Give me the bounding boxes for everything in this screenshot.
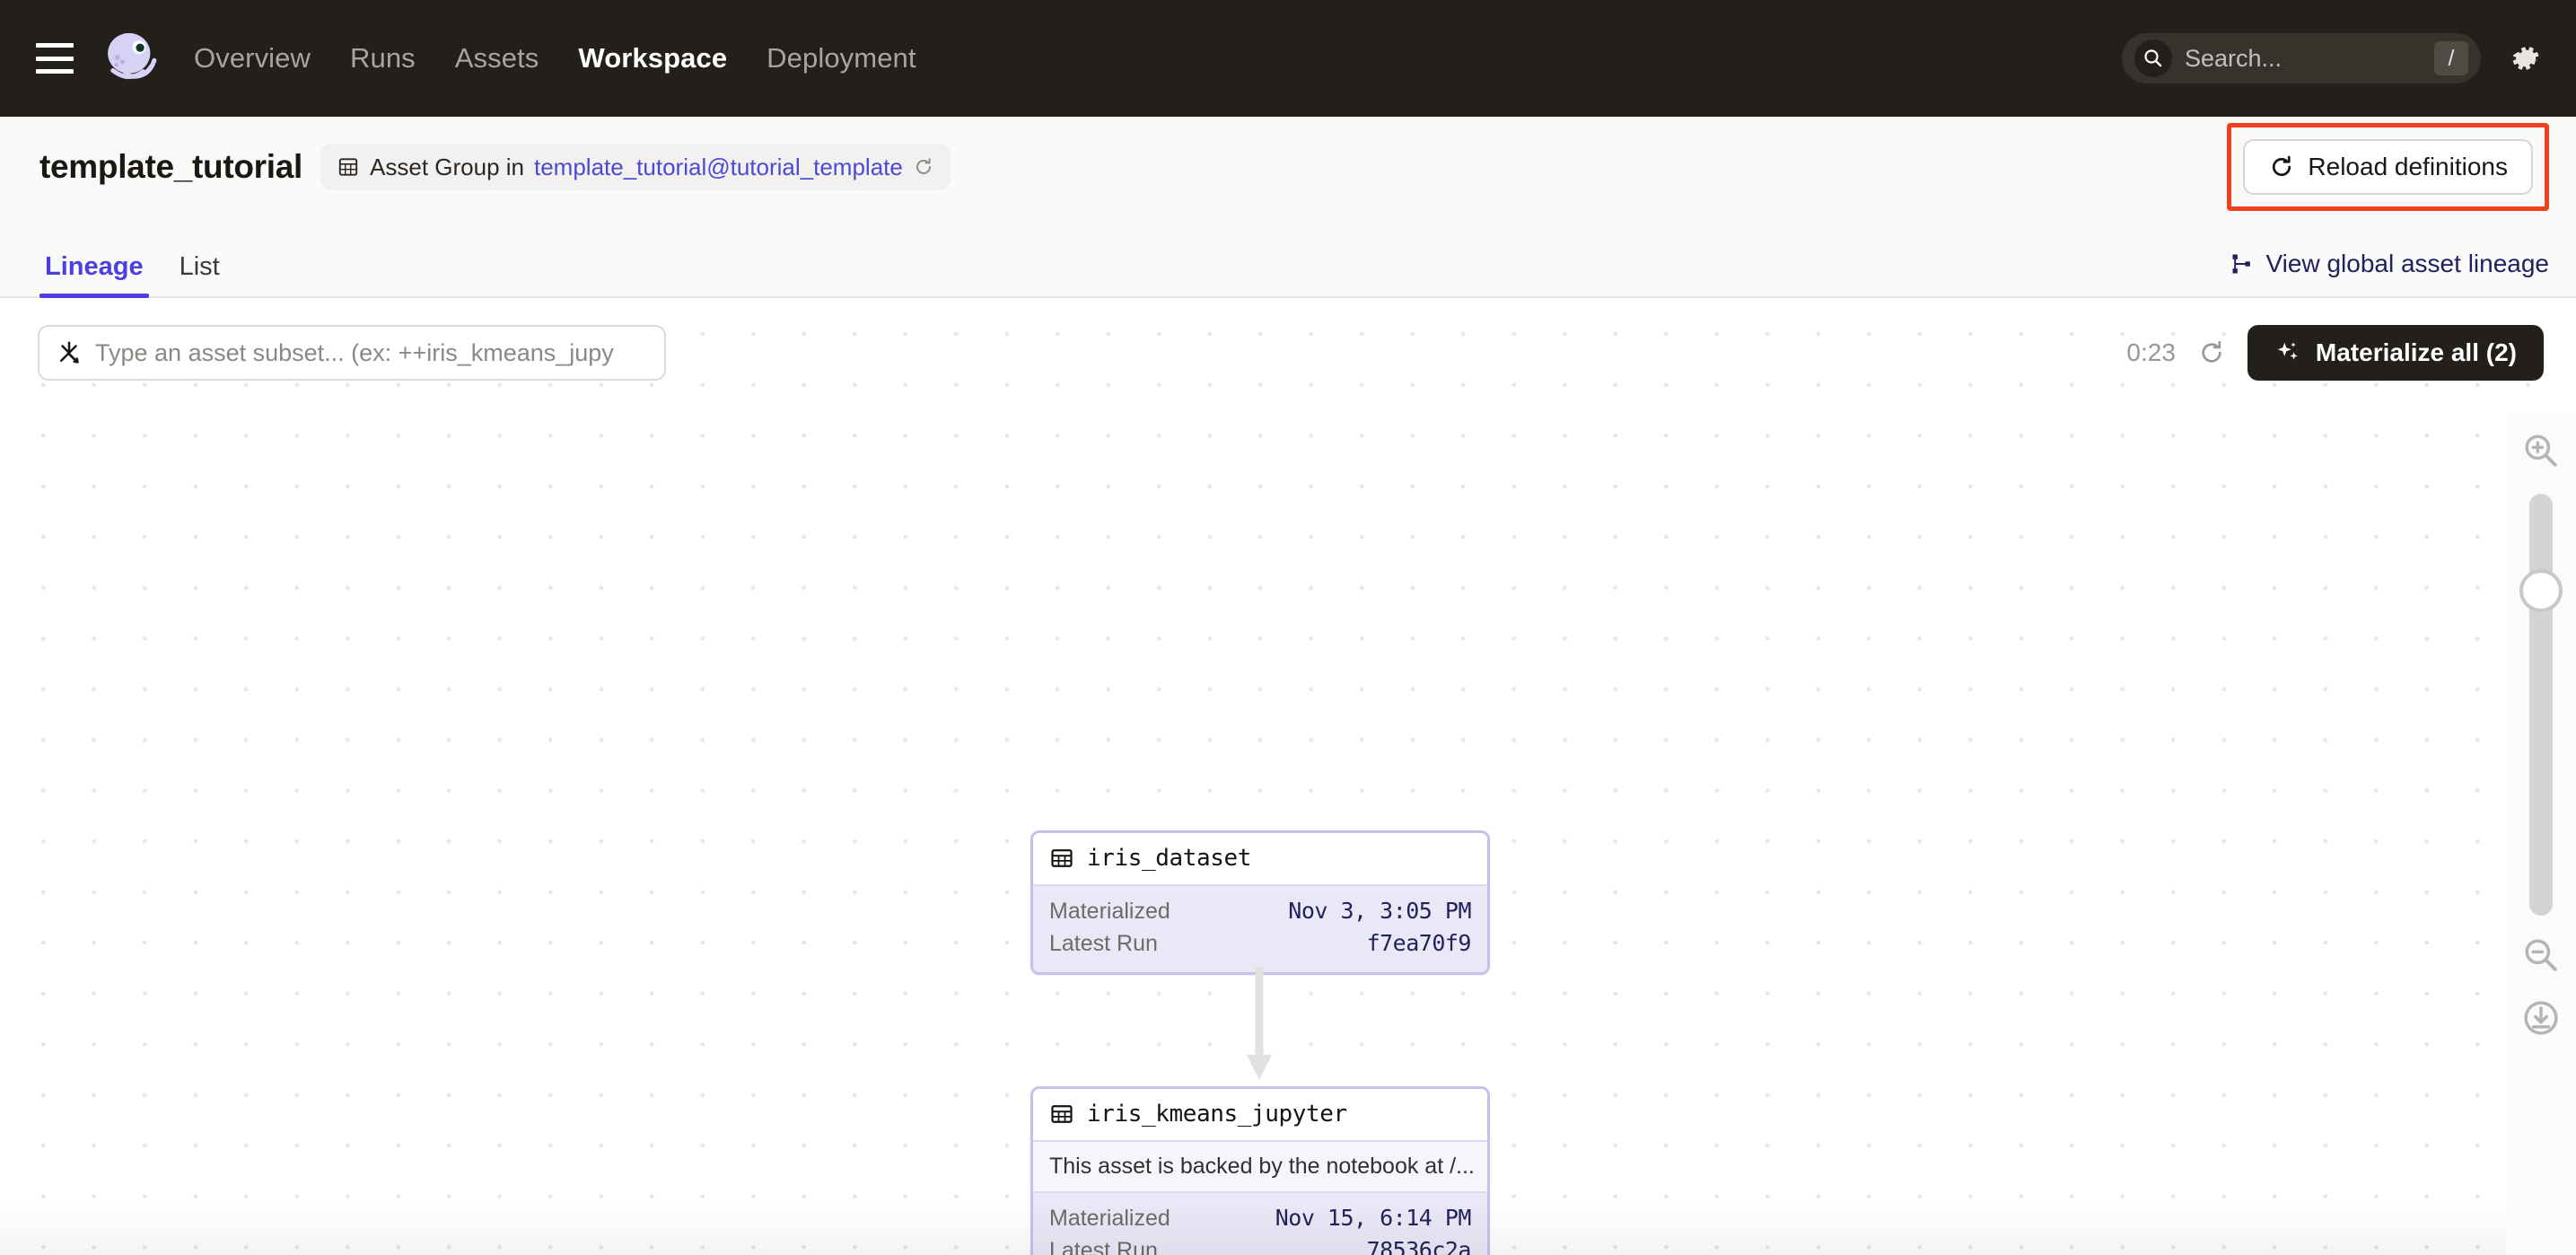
top-navigation-bar: Overview Runs Assets Workspace Deploymen… (0, 0, 2576, 117)
asset-node-row-materialized: Materialized Nov 3, 3:05 PM (1049, 895, 1471, 927)
asset-node-row-materialized: Materialized Nov 15, 6:14 PM (1049, 1202, 1471, 1234)
reload-definitions-button[interactable]: Reload definitions (2243, 139, 2533, 195)
asset-subset-filter[interactable]: Type an asset subset... (ex: ++iris_kmea… (38, 325, 666, 381)
asset-node-title: iris_kmeans_jupyter (1087, 1101, 1347, 1128)
zoom-slider-track[interactable] (2529, 494, 2553, 916)
materialize-all-label: Materialize all (2) (2316, 338, 2517, 367)
asset-group-link[interactable]: template_tutorial@tutorial_template (534, 154, 903, 181)
nav-link-assets[interactable]: Assets (455, 42, 539, 75)
zoom-slider[interactable] (2529, 494, 2553, 916)
reload-definitions-highlight: Reload definitions (2227, 123, 2549, 211)
nav-link-overview[interactable]: Overview (194, 42, 311, 75)
lineage-graph-icon (2230, 251, 2255, 276)
nav-link-workspace[interactable]: Workspace (578, 42, 727, 75)
dagster-squid-logo[interactable] (99, 26, 163, 91)
row-value: Nov 3, 3:05 PM (1288, 898, 1471, 924)
graph-zoom-controls (2506, 415, 2576, 1255)
zoom-slider-handle[interactable] (2519, 569, 2563, 612)
hamburger-line (36, 69, 74, 74)
view-global-asset-lineage-label: View global asset lineage (2266, 250, 2549, 278)
row-value[interactable]: f7ea70f9 (1367, 930, 1471, 956)
zoom-in-icon[interactable] (2521, 431, 2561, 470)
reload-definitions-label: Reload definitions (2308, 153, 2508, 181)
primary-nav-links: Overview Runs Assets Workspace Deploymen… (194, 42, 916, 75)
row-key: Materialized (1049, 899, 1170, 925)
global-search-box[interactable]: Search... / (2122, 33, 2481, 83)
tab-list[interactable]: List (174, 252, 225, 296)
nav-link-runs[interactable]: Runs (350, 42, 416, 75)
row-key: Latest Run (1049, 1238, 1158, 1255)
page-header: template_tutorial Asset Group in templat… (0, 117, 2576, 217)
asset-lineage-graph[interactable]: Type an asset subset... (ex: ++iris_kmea… (0, 298, 2576, 1255)
search-shortcut-key: / (2434, 41, 2468, 75)
asset-node-body: Materialized Nov 15, 6:14 PM Latest Run … (1033, 1193, 1487, 1255)
view-tabs: Lineage List (39, 252, 225, 296)
nav-link-deployment[interactable]: Deployment (767, 42, 916, 75)
asset-node-header: iris_kmeans_jupyter (1033, 1089, 1487, 1142)
row-key: Latest Run (1049, 931, 1158, 957)
view-global-asset-lineage-link[interactable]: View global asset lineage (2230, 250, 2549, 296)
asset-node-description: This asset is backed by the notebook at … (1033, 1142, 1487, 1193)
asset-subset-filter-placeholder: Type an asset subset... (ex: ++iris_kmea… (95, 339, 614, 367)
download-fit-icon[interactable] (2521, 998, 2561, 1038)
row-value[interactable]: 78536c2a (1367, 1237, 1471, 1255)
page-title: template_tutorial (39, 148, 302, 186)
asset-group-label: Asset Group in (370, 154, 524, 181)
hamburger-line (36, 43, 74, 48)
refresh-icon[interactable] (2197, 338, 2226, 367)
asset-selection-icon (56, 339, 83, 366)
asset-node-body: Materialized Nov 3, 3:05 PM Latest Run f… (1033, 886, 1487, 972)
asset-group-pill[interactable]: Asset Group in template_tutorial@tutoria… (320, 144, 951, 190)
asset-node-iris-dataset[interactable]: iris_dataset Materialized Nov 3, 3:05 PM… (1030, 830, 1490, 975)
top-nav-right-cluster: Search... / (2122, 33, 2544, 83)
search-placeholder-text: Search... (2185, 45, 2434, 73)
asset-group-icon (337, 155, 360, 179)
row-key: Materialized (1049, 1206, 1170, 1232)
asset-node-header: iris_dataset (1033, 833, 1487, 886)
graph-toolbar-right: 0:23 Materialize all (2) (2126, 325, 2544, 381)
row-value: Nov 15, 6:14 PM (1275, 1205, 1471, 1231)
zoom-out-icon[interactable] (2521, 935, 2561, 975)
refresh-icon[interactable] (913, 156, 934, 178)
table-asset-icon (1049, 846, 1074, 871)
sparkle-icon (2274, 339, 2301, 366)
lineage-edge-arrow (1243, 967, 1275, 1084)
materialize-all-button[interactable]: Materialize all (2) (2247, 325, 2544, 381)
refresh-icon (2268, 154, 2295, 180)
asset-node-title: iris_dataset (1087, 845, 1251, 872)
asset-node-row-latest-run: Latest Run f7ea70f9 (1049, 927, 1471, 960)
table-asset-icon (1049, 1101, 1074, 1127)
hamburger-menu-icon[interactable] (36, 43, 74, 74)
search-icon (2142, 48, 2164, 69)
gear-icon[interactable] (2508, 40, 2544, 76)
asset-node-iris-kmeans-jupyter[interactable]: iris_kmeans_jupyter This asset is backed… (1030, 1086, 1490, 1255)
view-tabs-row: Lineage List View global asset lineage (0, 217, 2576, 298)
refresh-timer: 0:23 (2126, 338, 2176, 367)
tab-lineage[interactable]: Lineage (39, 252, 149, 296)
asset-node-row-latest-run: Latest Run 78536c2a (1049, 1234, 1471, 1255)
search-icon-circle (2134, 39, 2172, 77)
hamburger-line (36, 57, 74, 61)
